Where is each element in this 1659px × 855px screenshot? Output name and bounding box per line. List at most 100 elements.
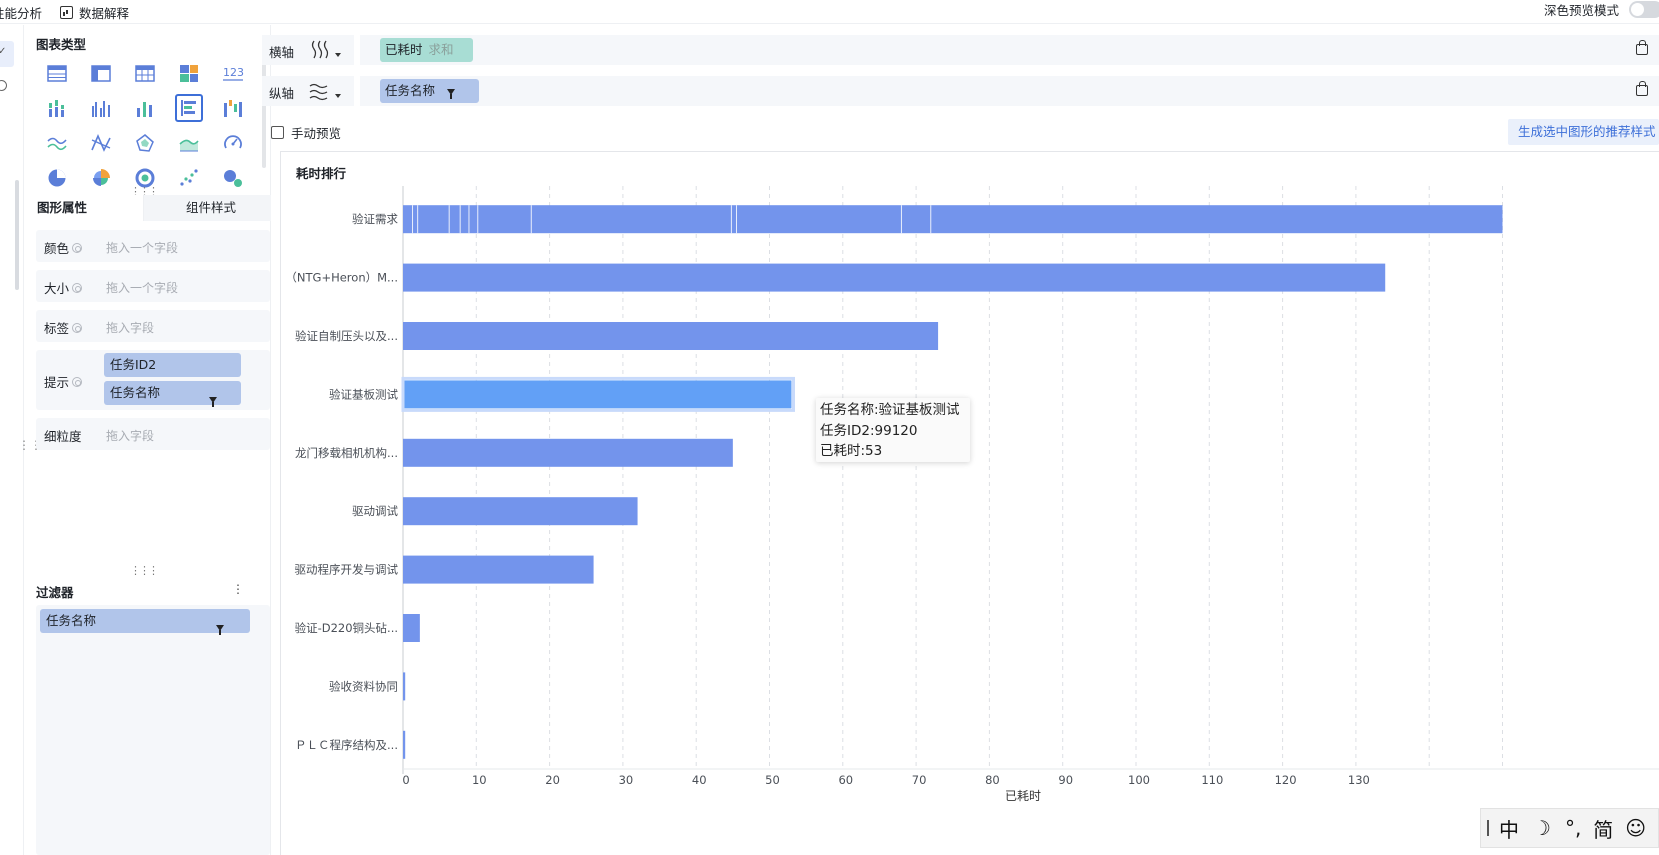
x-tick-label: 70 [912, 773, 927, 787]
detail-table-icon[interactable] [131, 59, 159, 87]
tab-shape-attributes[interactable]: 图形属性 [25, 195, 143, 221]
area-chart-icon[interactable] [175, 129, 203, 157]
tab-component-style[interactable]: 组件样式 [143, 195, 271, 221]
manual-preview[interactable]: 手动预览 [271, 123, 341, 142]
ime-grip[interactable] [1487, 820, 1489, 836]
category-label: 验收资料协同 [329, 679, 398, 693]
x-tick-label: 30 [619, 773, 634, 787]
attr-tag-row[interactable]: 标签 拖入字段 [36, 310, 270, 342]
cross-table-icon[interactable] [87, 59, 115, 87]
ime-emoji-icon[interactable]: ☺ [1625, 816, 1646, 840]
lock-icon[interactable] [1636, 40, 1648, 55]
filter-icon[interactable] [447, 89, 455, 99]
dark-preview-toggle[interactable] [1629, 0, 1659, 18]
attr-color-row[interactable]: 颜色 拖入一个字段 [36, 230, 270, 262]
dark-preview-label: 深色预览模式 [1543, 2, 1619, 18]
ime-punct-toggle[interactable]: °, [1565, 816, 1581, 840]
x-axis-row: 横轴 已耗时 求和 [262, 31, 1659, 69]
x-tick-label: 110 [1201, 773, 1223, 787]
granularity-drop-placeholder: 拖入字段 [106, 429, 155, 443]
category-label: 验证-D220铜头砧... [295, 621, 398, 635]
rose-chart-icon[interactable] [87, 164, 115, 192]
chevron-down-icon[interactable] [335, 53, 341, 57]
chart-bar[interactable] [403, 555, 594, 584]
circle-icon[interactable] [0, 80, 7, 91]
ime-mode-toggle[interactable]: 简 [1593, 814, 1613, 843]
y-axis-field-pill[interactable]: 任务名称 [380, 79, 479, 103]
category-label: 驱动调试 [352, 504, 398, 518]
x-tick-label: 60 [838, 773, 853, 787]
category-label: 驱动程序开发与调试 [295, 563, 399, 577]
line-chart-icon[interactable] [43, 129, 71, 157]
chart-bar[interactable] [403, 730, 406, 759]
manual-preview-label: 手动预览 [291, 126, 342, 141]
settings-icon[interactable] [72, 282, 83, 293]
attr-granularity-row[interactable]: 细粒度 拖入字段 [36, 418, 270, 450]
bar-chart[interactable]: 验证需求 （NTG+Heron）M... 验证自制压头以及... 验证基板测试龙门移载… [280, 151, 1659, 855]
gauge-icon[interactable] [219, 129, 247, 157]
tab-data-explain[interactable]: 数据解释 [60, 0, 129, 24]
table-icon[interactable] [43, 59, 71, 87]
chart-bar[interactable] [403, 263, 1386, 292]
category-label: 验证基板测试 [329, 387, 398, 401]
strip-scrollbar[interactable] [15, 180, 19, 290]
tip-field-pill[interactable]: 任务ID2 [104, 353, 241, 377]
column-chart-icon[interactable] [131, 94, 159, 122]
lock-icon[interactable] [1636, 81, 1648, 96]
attr-tag-label: 标签 [44, 318, 83, 337]
left-panel: 图表类型 123 ⋮⋮⋮ 图形属性 组件样式 颜色 拖入一个字段 大小 拖入一个… [25, 25, 271, 855]
ime-lang-toggle[interactable]: 中 [1499, 814, 1519, 843]
manual-preview-checkbox[interactable] [271, 126, 284, 139]
x-axis-field-pill[interactable]: 已耗时 求和 [380, 38, 473, 62]
chart-bar[interactable] [403, 322, 939, 350]
chevron-down-icon[interactable] [335, 94, 341, 98]
tab-performance-analysis[interactable]: 性能分析 [0, 0, 42, 24]
attr-tip-row[interactable]: 提示 任务ID2 任务名称 [36, 350, 270, 410]
grouped-column-icon[interactable] [87, 94, 115, 122]
chart-bar[interactable] [403, 380, 792, 409]
ime-moon-icon[interactable]: ☽ [1533, 816, 1551, 840]
chart-bar[interactable] [403, 672, 406, 701]
tooltip-elapsed: 已耗时:53 [820, 443, 883, 459]
x-tick-label: 90 [1058, 773, 1073, 787]
check-icon[interactable] [0, 41, 14, 67]
settings-icon[interactable] [72, 376, 83, 387]
filter-icon[interactable] [216, 625, 224, 635]
tip-field-label: 任务名称 [110, 385, 161, 400]
pie-chart-icon[interactable] [43, 164, 71, 192]
stacked-column-icon[interactable] [43, 94, 71, 122]
panel-splitter-bottom[interactable]: ⋮⋮⋮ [130, 564, 159, 577]
attr-color-label: 颜色 [44, 238, 83, 257]
bubble-chart-icon[interactable] [219, 164, 247, 192]
settings-icon[interactable] [72, 322, 83, 333]
chart-types-scrollbar[interactable] [262, 58, 266, 168]
generate-recommended-style-button[interactable]: 生成选中图形的推荐样式 [1508, 119, 1659, 145]
chart-bar[interactable] [403, 205, 1503, 234]
divider [354, 31, 360, 69]
scatter-chart-icon[interactable] [175, 164, 203, 192]
number-card-icon[interactable]: 123 [219, 59, 247, 87]
filter-icon[interactable] [209, 397, 217, 407]
y-axis-row: 纵轴 任务名称 [262, 72, 1659, 110]
filter-field-pill[interactable]: 任务名称 [40, 609, 250, 635]
radar-chart-icon[interactable] [131, 129, 159, 157]
filter-drop-area[interactable]: 任务名称 [36, 605, 270, 855]
color-drop-placeholder: 拖入一个字段 [106, 241, 179, 255]
tip-field-pill[interactable]: 任务名称 [104, 381, 241, 407]
chart-bar[interactable] [403, 614, 420, 642]
tag-drop-placeholder: 拖入字段 [106, 321, 155, 335]
x-tick-label: 100 [1128, 773, 1150, 787]
x-axis-sort-icon[interactable] [307, 38, 333, 62]
chart-bar[interactable] [403, 497, 638, 526]
attr-size-row[interactable]: 大小 拖入一个字段 [36, 270, 270, 302]
waterfall-icon[interactable] [219, 94, 247, 122]
settings-icon[interactable] [72, 242, 83, 253]
chart-bar[interactable] [403, 438, 733, 467]
bar-chart-icon[interactable] [175, 93, 203, 122]
treemap-icon[interactable] [175, 59, 203, 87]
tip-field-label: 任务ID2 [110, 357, 157, 372]
y-axis-sort-icon[interactable] [307, 79, 333, 103]
category-label: 验证需求 [352, 212, 398, 226]
parallel-line-icon[interactable] [87, 129, 115, 157]
more-icon[interactable]: ⋮ [232, 582, 244, 596]
